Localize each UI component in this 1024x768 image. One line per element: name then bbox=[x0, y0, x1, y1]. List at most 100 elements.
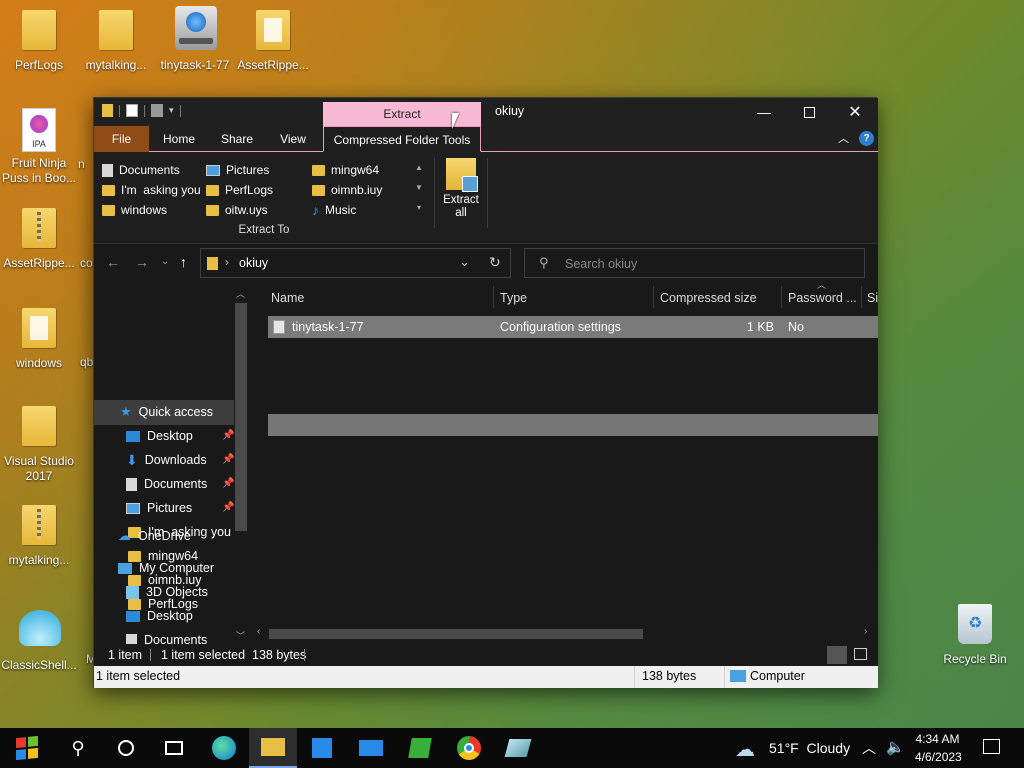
scrollbar-thumb[interactable] bbox=[269, 629, 643, 639]
destination-oitw[interactable]: oitw.uys bbox=[206, 200, 268, 220]
extract-all-button[interactable]: Extract all bbox=[439, 158, 483, 220]
scroll-down-icon[interactable]: ﹀ bbox=[236, 629, 245, 642]
notification-icon[interactable] bbox=[983, 739, 1000, 754]
destination-im-asking-you[interactable]: I'm asking you bbox=[102, 180, 201, 200]
desktop-icon-mytalking-zip[interactable]: mytalking... bbox=[0, 505, 78, 568]
details-view-button[interactable] bbox=[827, 646, 847, 664]
search-input[interactable]: ⚲ Search okiuy bbox=[524, 248, 865, 278]
start-button[interactable] bbox=[3, 728, 51, 768]
chevron-down-icon[interactable]: ⌄ bbox=[459, 254, 470, 270]
chevron-down-icon[interactable]: ▾ bbox=[169, 105, 174, 116]
destination-music[interactable]: ♪ Music bbox=[312, 200, 356, 220]
forward-button[interactable]: → bbox=[135, 254, 149, 270]
desktop-icon-tinytask[interactable]: tinytask-1-77 bbox=[156, 6, 234, 73]
up-button[interactable]: ↑ bbox=[180, 254, 187, 270]
nav-pane-scrollbar[interactable]: ︿ ﹀ bbox=[234, 289, 248, 642]
chrome-button[interactable] bbox=[445, 728, 493, 768]
cortana-button[interactable] bbox=[102, 728, 150, 768]
destination-documents[interactable]: Documents bbox=[102, 160, 180, 180]
nav-item-documents[interactable]: Documents 📌 bbox=[94, 472, 234, 496]
destination-mingw64[interactable]: mingw64 bbox=[312, 160, 379, 180]
scroll-up-icon[interactable]: ▲ bbox=[412, 158, 426, 178]
weather-widget[interactable]: ☁ 51°F Cloudy bbox=[735, 728, 855, 768]
desktop-icon-partial-co[interactable]: co bbox=[80, 256, 94, 271]
desktop-icon-perflogs[interactable]: PerfLogs bbox=[0, 10, 78, 73]
tab-file[interactable]: File bbox=[94, 126, 149, 152]
documents-icon bbox=[102, 163, 113, 177]
gallery-scroll[interactable]: ▲ ▼ ▾ bbox=[412, 158, 426, 220]
minimize-button[interactable]: — bbox=[741, 98, 787, 126]
scrollbar-thumb[interactable] bbox=[235, 303, 247, 531]
tab-compressed-folder-tools[interactable]: Compressed Folder Tools bbox=[323, 126, 481, 152]
nav-item-downloads[interactable]: ⬇ Downloads 📌 bbox=[94, 448, 234, 472]
desktop-icon-fruit-ninja[interactable]: IPA Fruit Ninja Puss in Boo... bbox=[0, 108, 78, 186]
clock[interactable]: 4:34 AM 4/6/2023 bbox=[915, 730, 962, 766]
help-icon[interactable]: ? bbox=[859, 131, 874, 146]
desktop-icon-assetripper[interactable]: AssetRippe... bbox=[234, 10, 312, 73]
table-row[interactable] bbox=[268, 414, 878, 436]
tab-home[interactable]: Home bbox=[152, 126, 206, 152]
nav-quick-access[interactable]: ★ Quick access bbox=[94, 400, 234, 424]
close-icon: ✕ bbox=[848, 104, 862, 121]
destination-windows[interactable]: windows bbox=[102, 200, 167, 220]
back-button[interactable]: ← bbox=[106, 254, 120, 270]
column-header-compressed-size[interactable]: Compressed size bbox=[660, 286, 757, 310]
navigation-bar: ← → ⌄ ↑ › okiuy ⌄ ↻ ⚲ Search okiuy bbox=[94, 244, 878, 284]
desktop-icon-recycle-bin[interactable]: ♻ Recycle Bin bbox=[936, 604, 1014, 667]
app-button[interactable] bbox=[494, 728, 542, 768]
file-list[interactable]: Name Type Compressed size Password ... ︿… bbox=[251, 280, 878, 648]
minecraft-button[interactable] bbox=[396, 728, 444, 768]
nav-item-onedrive[interactable]: ☁ OneDrive bbox=[94, 524, 234, 548]
title-bar[interactable]: ▾ Extract okiuy — ✕ bbox=[94, 98, 878, 126]
address-bar[interactable]: › okiuy ⌄ ↻ bbox=[200, 248, 511, 278]
tab-share[interactable]: Share bbox=[210, 126, 264, 152]
recent-locations-button[interactable]: ⌄ bbox=[161, 256, 169, 267]
desktop-icon-visual-studio[interactable]: Visual Studio 2017 bbox=[0, 406, 78, 484]
explorer-window[interactable]: ▾ Extract okiuy — ✕ File Home Share View… bbox=[93, 97, 878, 688]
column-header-name[interactable]: Name bbox=[271, 286, 304, 310]
destination-pictures[interactable]: Pictures bbox=[206, 160, 269, 180]
close-button[interactable]: ✕ bbox=[832, 98, 878, 126]
properties-icon[interactable] bbox=[126, 104, 138, 117]
nav-item-desktop-2[interactable]: Desktop bbox=[94, 604, 234, 628]
refresh-icon[interactable]: ↻ bbox=[489, 254, 501, 271]
destination-oimnb[interactable]: oimnb.iuy bbox=[312, 180, 382, 200]
search-button[interactable]: ⚲ bbox=[54, 728, 102, 768]
desktop-icon-windows[interactable]: windows bbox=[0, 308, 78, 371]
desktop-icon-assetripper-zip[interactable]: AssetRippe... bbox=[0, 208, 78, 271]
file-name[interactable]: tinytask-1-77 bbox=[292, 316, 364, 338]
chevron-up-icon[interactable]: ︿ bbox=[862, 738, 876, 758]
tab-view[interactable]: View bbox=[266, 126, 320, 152]
mail-icon bbox=[359, 740, 383, 756]
desktop-icon-mytalking[interactable]: mytalking... bbox=[77, 10, 155, 73]
new-folder-icon[interactable] bbox=[151, 104, 163, 117]
nav-item-my-computer[interactable]: My Computer bbox=[94, 556, 234, 580]
nav-item-desktop[interactable]: Desktop 📌 bbox=[94, 424, 234, 448]
desktop-icon-partial-qb[interactable]: qb bbox=[80, 355, 94, 370]
breadcrumb-current[interactable]: okiuy bbox=[239, 256, 268, 270]
desktop-icon-classicshell[interactable]: ClassicShell... bbox=[0, 606, 78, 673]
column-header-type[interactable]: Type bbox=[500, 286, 527, 310]
destination-perflogs[interactable]: PerfLogs bbox=[206, 180, 273, 200]
large-icons-view-button[interactable] bbox=[854, 648, 867, 660]
mail-button[interactable] bbox=[347, 728, 395, 768]
column-header-size[interactable]: Si bbox=[867, 286, 878, 310]
edge-button[interactable] bbox=[200, 728, 248, 768]
volume-icon[interactable]: 🔈 bbox=[886, 738, 905, 756]
scroll-right-icon[interactable]: › bbox=[864, 626, 867, 637]
task-view-button[interactable] bbox=[150, 728, 198, 768]
documents-icon bbox=[126, 477, 137, 491]
scroll-up-icon[interactable]: ︿ bbox=[236, 287, 245, 300]
file-explorer-button[interactable] bbox=[249, 728, 297, 768]
store-button[interactable] bbox=[298, 728, 346, 768]
scroll-down-icon[interactable]: ▼ bbox=[412, 178, 426, 198]
desktop-icon-partial-n[interactable]: n bbox=[78, 157, 92, 172]
maximize-button[interactable] bbox=[786, 98, 832, 126]
file-list-horizontal-scrollbar[interactable]: ‹ › bbox=[251, 626, 878, 642]
nav-item-3d-objects[interactable]: 3D Objects bbox=[94, 580, 234, 604]
gallery-expand-icon[interactable]: ▾ bbox=[412, 198, 426, 218]
scroll-left-icon[interactable]: ‹ bbox=[257, 626, 260, 637]
nav-item-pictures[interactable]: Pictures 📌 bbox=[94, 496, 234, 520]
collapse-ribbon-icon[interactable]: ︿ bbox=[838, 130, 849, 146]
weather-text: 51°F Cloudy bbox=[769, 740, 851, 756]
